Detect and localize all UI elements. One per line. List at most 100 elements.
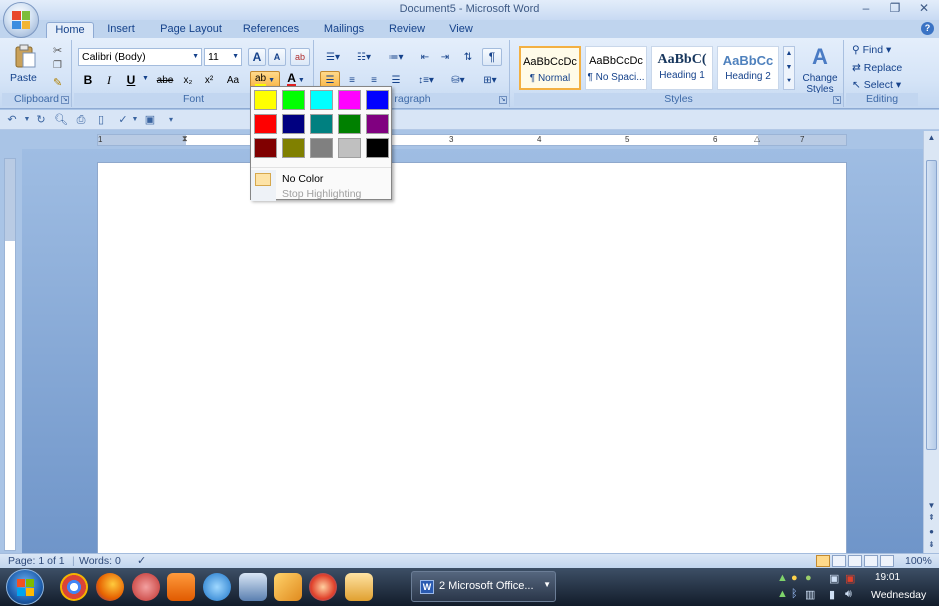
clipboard-launcher-icon[interactable]: ↘	[61, 96, 69, 104]
cut-icon[interactable]: ✂	[53, 44, 62, 57]
computer-icon[interactable]	[239, 573, 267, 601]
start-button[interactable]	[6, 569, 44, 605]
clock-day[interactable]: Wednesday	[871, 589, 926, 601]
bold-button[interactable]: B	[78, 71, 98, 89]
mail-icon[interactable]	[345, 573, 373, 601]
media-player-icon[interactable]	[203, 573, 231, 601]
tray-icon[interactable]: ▲	[777, 572, 788, 584]
show-hide-button[interactable]: ¶	[482, 48, 502, 66]
tray-icon[interactable]: ●	[791, 572, 798, 584]
highlight-color-swatch[interactable]	[366, 114, 389, 134]
paste-icon[interactable]	[12, 43, 38, 69]
style-heading-1[interactable]: AaBbC( Heading 1	[651, 46, 713, 90]
redo-icon[interactable]: ↻	[34, 113, 48, 127]
style-no-spacing[interactable]: AaBbCcDc ¶ No Spaci...	[585, 46, 647, 90]
grow-font-button[interactable]: A	[248, 48, 266, 66]
tab-view[interactable]: View	[442, 22, 480, 39]
network-icon[interactable]: ▥	[805, 588, 815, 601]
subscript-button[interactable]: x₂	[178, 71, 198, 89]
word-count[interactable]: Words: 0	[79, 555, 121, 567]
highlight-color-swatch[interactable]	[254, 90, 277, 110]
page-count[interactable]: Page: 1 of 1	[8, 555, 65, 567]
vertical-scrollbar[interactable]: ▲ ▼ ⇞ ● ⇟	[923, 131, 939, 553]
change-styles-icon[interactable]: A	[804, 44, 836, 72]
scroll-up-icon[interactable]: ▲	[924, 131, 939, 145]
style-normal[interactable]: AaBbCcDc ¶ Normal	[519, 46, 581, 90]
web-layout-icon[interactable]	[848, 555, 862, 567]
close-button[interactable]: ✕	[913, 1, 935, 15]
clock-time[interactable]: 19:01	[875, 572, 900, 583]
tab-page-layout[interactable]: Page Layout	[154, 22, 228, 39]
line-spacing-button[interactable]: ↕≡▾	[412, 71, 440, 89]
tray-icon[interactable]: ●	[805, 572, 812, 584]
tab-mailings[interactable]: Mailings	[316, 22, 372, 39]
zoom-level[interactable]: 100%	[905, 555, 932, 567]
highlight-color-swatch[interactable]	[310, 138, 333, 158]
paragraph-launcher-icon[interactable]: ↘	[499, 96, 507, 104]
highlight-color-swatch[interactable]	[310, 90, 333, 110]
indent-marker-icon[interactable]: ⧗	[182, 134, 188, 144]
full-screen-reading-icon[interactable]	[832, 555, 846, 567]
change-styles-label[interactable]: Change Styles	[797, 73, 843, 95]
print-preview-icon[interactable]: 🔍︎	[54, 113, 68, 127]
numbering-button[interactable]: ☷▾	[350, 48, 378, 66]
font-size-combo[interactable]: 11 ▼	[204, 48, 242, 66]
proofing-icon[interactable]: ✓	[137, 554, 146, 567]
highlight-color-swatch[interactable]	[338, 138, 361, 158]
volume-icon[interactable]: 🔊︎	[845, 588, 852, 601]
new-document-icon[interactable]: ▯	[94, 113, 108, 127]
highlight-color-swatch[interactable]	[254, 138, 277, 158]
next-page-icon[interactable]: ⇟	[924, 538, 939, 552]
styles-launcher-icon[interactable]: ↘	[833, 96, 841, 104]
format-painter-icon[interactable]: ✎	[53, 76, 62, 89]
chevron-down-icon[interactable]: ▼	[142, 75, 149, 82]
print-icon[interactable]: ⎙	[74, 113, 88, 127]
draw-app-icon[interactable]	[274, 573, 302, 601]
borders-button[interactable]: ⊞▾	[476, 71, 504, 89]
highlight-color-swatch[interactable]	[338, 114, 361, 134]
power-icon[interactable]: ▮	[829, 588, 835, 601]
italic-button[interactable]: I	[99, 71, 119, 89]
undo-icon[interactable]: ↶	[5, 113, 19, 127]
highlight-color-swatch[interactable]	[366, 138, 389, 158]
minimize-button[interactable]: –	[855, 1, 877, 15]
tab-insert[interactable]: Insert	[98, 22, 144, 39]
select-button[interactable]: ↖ Select ▾	[852, 79, 901, 91]
font-name-combo[interactable]: Calibri (Body) ▼	[78, 48, 202, 66]
shrink-font-button[interactable]: A	[268, 48, 286, 66]
app-icon[interactable]	[132, 573, 160, 601]
style-heading-2[interactable]: AaBbCc Heading 2	[717, 46, 779, 90]
superscript-button[interactable]: x²	[199, 71, 219, 89]
highlight-color-swatch[interactable]	[282, 114, 305, 134]
tray-icon[interactable]: ▲	[777, 588, 788, 600]
find-button[interactable]: ⚲ Find ▾	[852, 44, 891, 56]
tray-icon[interactable]: ▣	[829, 572, 839, 585]
paste-label[interactable]: Paste	[10, 72, 37, 84]
office-app-icon[interactable]	[167, 573, 195, 601]
replace-button[interactable]: ⇄ Replace	[852, 62, 902, 74]
customize-qat-icon[interactable]: ▾	[164, 113, 178, 127]
highlight-color-swatch[interactable]	[366, 90, 389, 110]
multilevel-list-button[interactable]: ≔▾	[382, 48, 410, 66]
tab-references[interactable]: References	[238, 22, 304, 39]
strikethrough-button[interactable]: abe	[154, 71, 176, 89]
browse-object-icon[interactable]: ●	[924, 525, 939, 539]
taskbar-word-group[interactable]: W 2 Microsoft Office... ▼	[411, 571, 556, 602]
horizontal-ruler[interactable]: 1 1 2 3 4 5 6 7 ⧗ △	[97, 134, 847, 146]
help-icon[interactable]: ?	[921, 22, 934, 35]
shading-button[interactable]: ⛁▾	[444, 71, 472, 89]
tab-review[interactable]: Review	[384, 22, 430, 39]
no-color-item[interactable]: No Color	[251, 170, 391, 189]
scroll-thumb[interactable]	[926, 160, 937, 450]
highlight-color-swatch[interactable]	[282, 138, 305, 158]
previous-page-icon[interactable]: ⇞	[924, 511, 939, 525]
highlight-color-swatch[interactable]	[282, 90, 305, 110]
chrome-icon[interactable]	[60, 573, 88, 601]
chevron-down-icon[interactable]: ▼	[128, 113, 142, 127]
bluetooth-icon[interactable]: ᛒ	[791, 588, 798, 600]
highlight-color-swatch[interactable]	[310, 114, 333, 134]
vertical-ruler[interactable]	[4, 158, 16, 551]
restore-button[interactable]: ❐	[884, 1, 906, 15]
document-page[interactable]	[97, 162, 847, 554]
copy-icon[interactable]: ❐	[53, 60, 62, 71]
